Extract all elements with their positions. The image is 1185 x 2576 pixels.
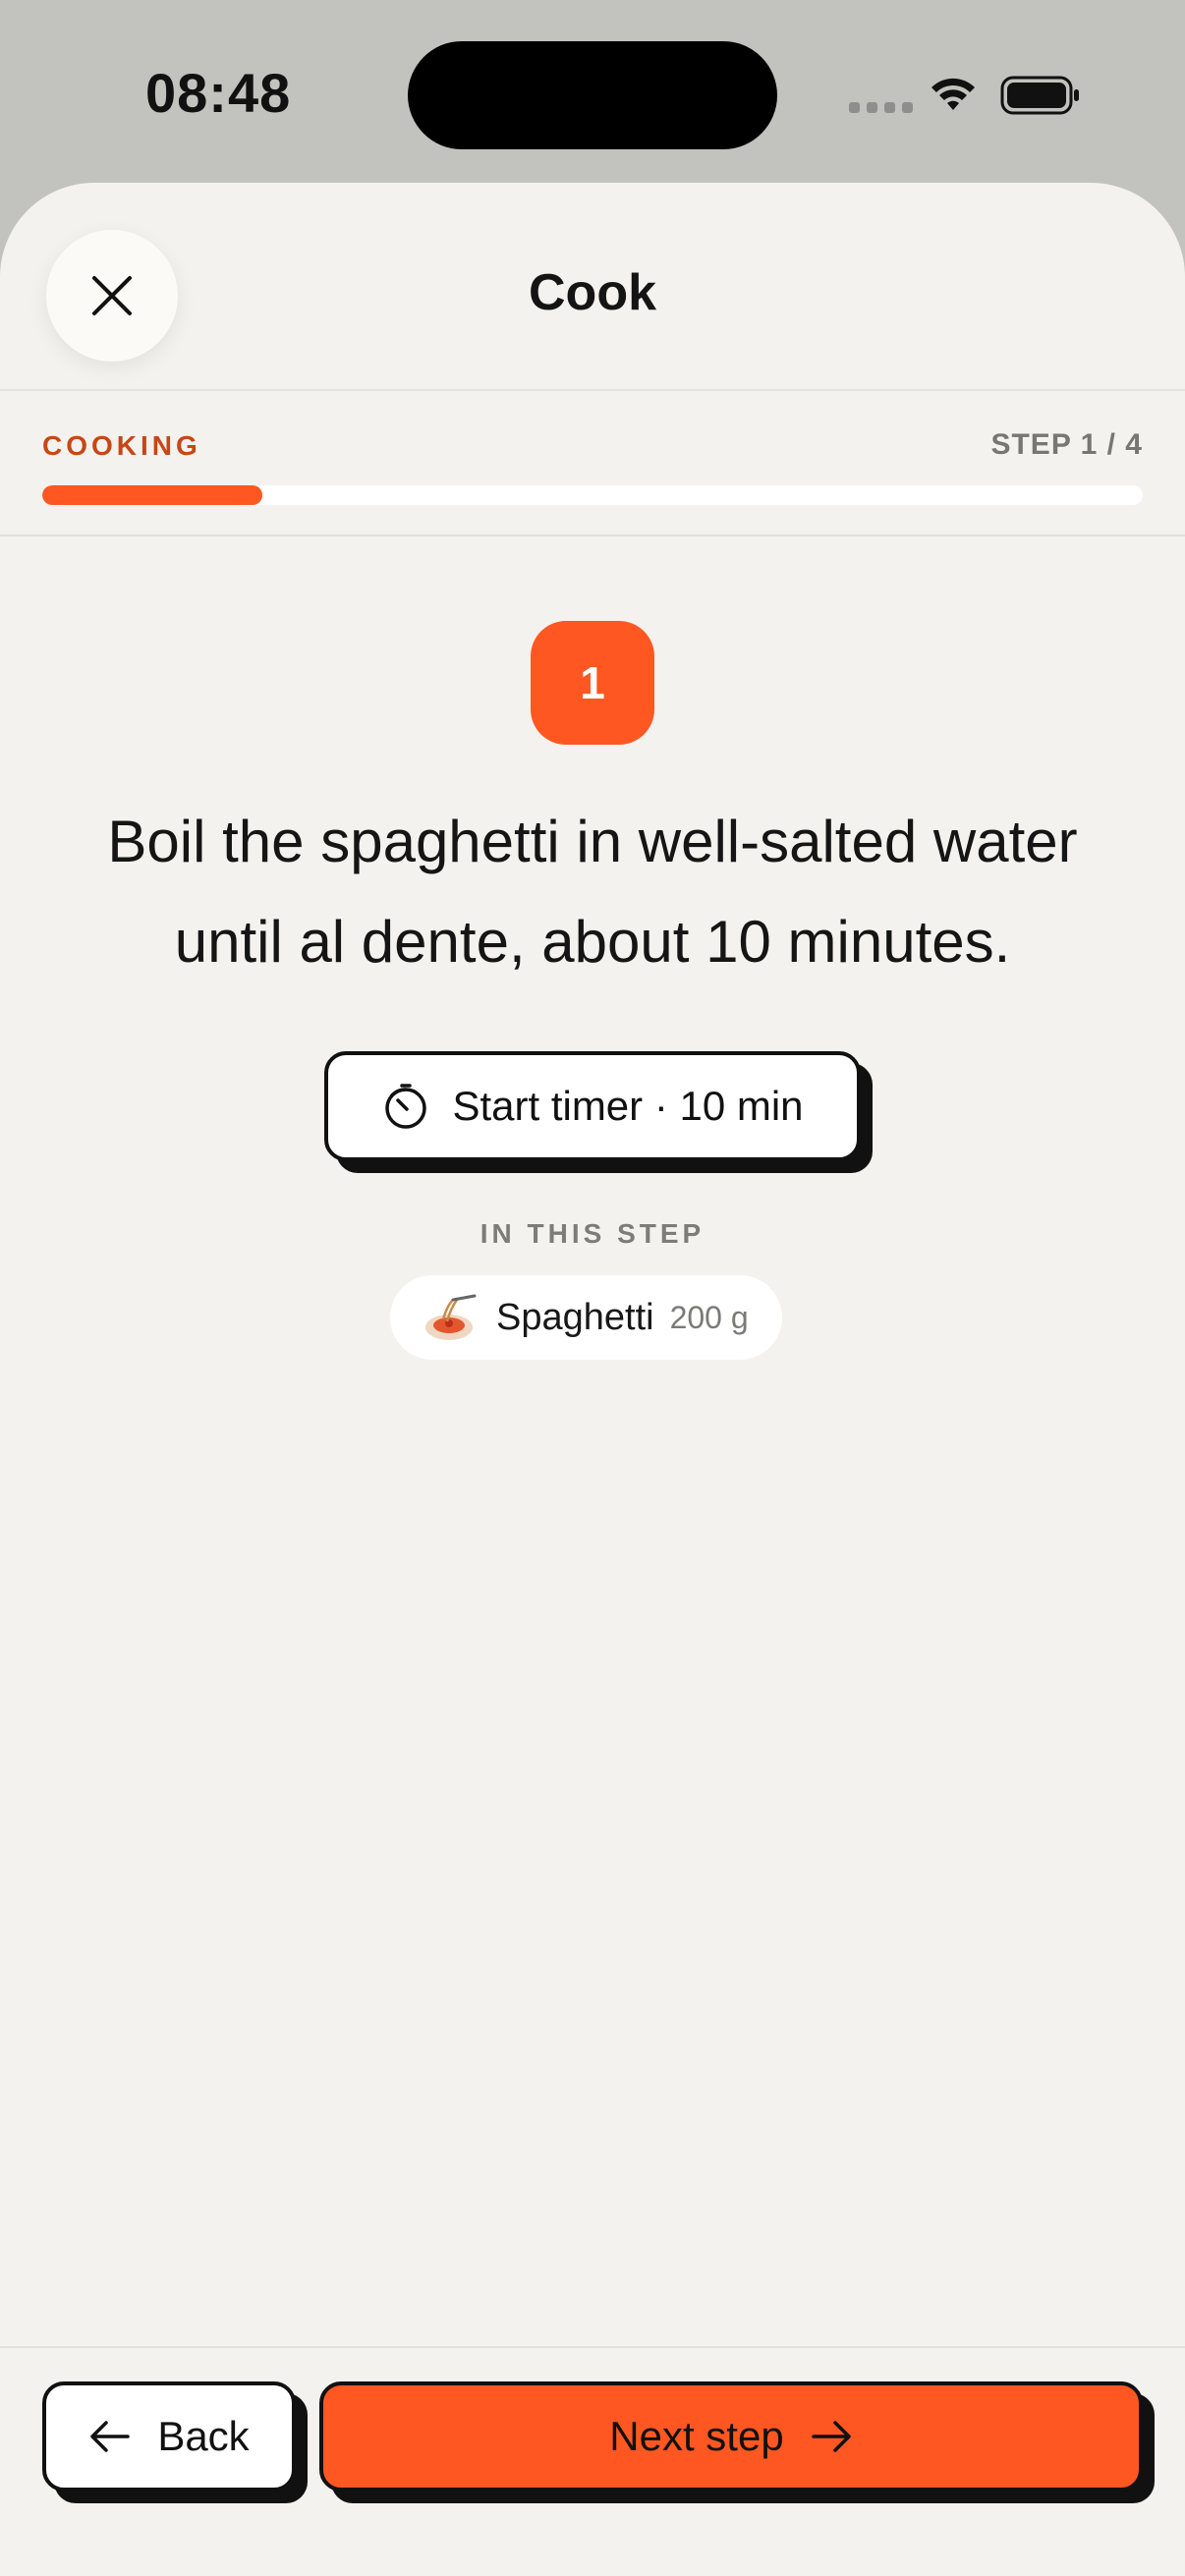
in-this-step-label: IN THIS STEP bbox=[480, 1218, 705, 1249]
page-title: Cook bbox=[529, 264, 656, 321]
bottom-bar: Back Next step bbox=[0, 2346, 1185, 2576]
status-time: 08:48 bbox=[145, 62, 292, 124]
step-counter: STEP 1 / 4 bbox=[990, 428, 1143, 461]
arrow-left-icon bbox=[90, 2421, 131, 2452]
next-step-button[interactable]: Next step bbox=[319, 2381, 1143, 2492]
cook-sheet: Cook COOKING STEP 1 / 4 1 Boil the spagh… bbox=[0, 183, 1185, 2576]
signal-dots-icon bbox=[849, 102, 913, 113]
stopwatch-icon bbox=[385, 1084, 427, 1129]
progress-fill bbox=[42, 485, 262, 505]
battery-icon bbox=[1000, 76, 1079, 115]
timer-label: Start timer · 10 min bbox=[452, 1083, 804, 1129]
back-button[interactable]: Back bbox=[42, 2381, 296, 2492]
arrow-right-icon bbox=[811, 2421, 851, 2452]
back-label: Back bbox=[157, 2413, 250, 2459]
screen: 08:48 Cook COOKING STEP 1 / 4 1 Boil the… bbox=[0, 0, 1185, 2576]
dynamic-island bbox=[408, 41, 777, 149]
ingredient-name: Spaghetti bbox=[496, 1296, 654, 1338]
step-number-badge: 1 bbox=[531, 621, 654, 745]
spaghetti-icon bbox=[425, 1294, 477, 1340]
step-instruction: Boil the spaghetti in well-salted water … bbox=[107, 809, 1078, 975]
ingredient-chip[interactable]: Spaghetti 200 g bbox=[390, 1275, 782, 1360]
progress-label: COOKING bbox=[42, 430, 201, 461]
progress-section: COOKING STEP 1 / 4 bbox=[0, 389, 1185, 536]
start-timer-button[interactable]: Start timer · 10 min bbox=[324, 1051, 861, 1161]
ingredient-quantity: 200 g bbox=[669, 1299, 749, 1335]
wifi-icon bbox=[931, 78, 975, 110]
status-bar: 08:48 bbox=[0, 0, 1185, 183]
progress-track bbox=[42, 485, 1143, 505]
next-step-label: Next step bbox=[609, 2413, 784, 2459]
